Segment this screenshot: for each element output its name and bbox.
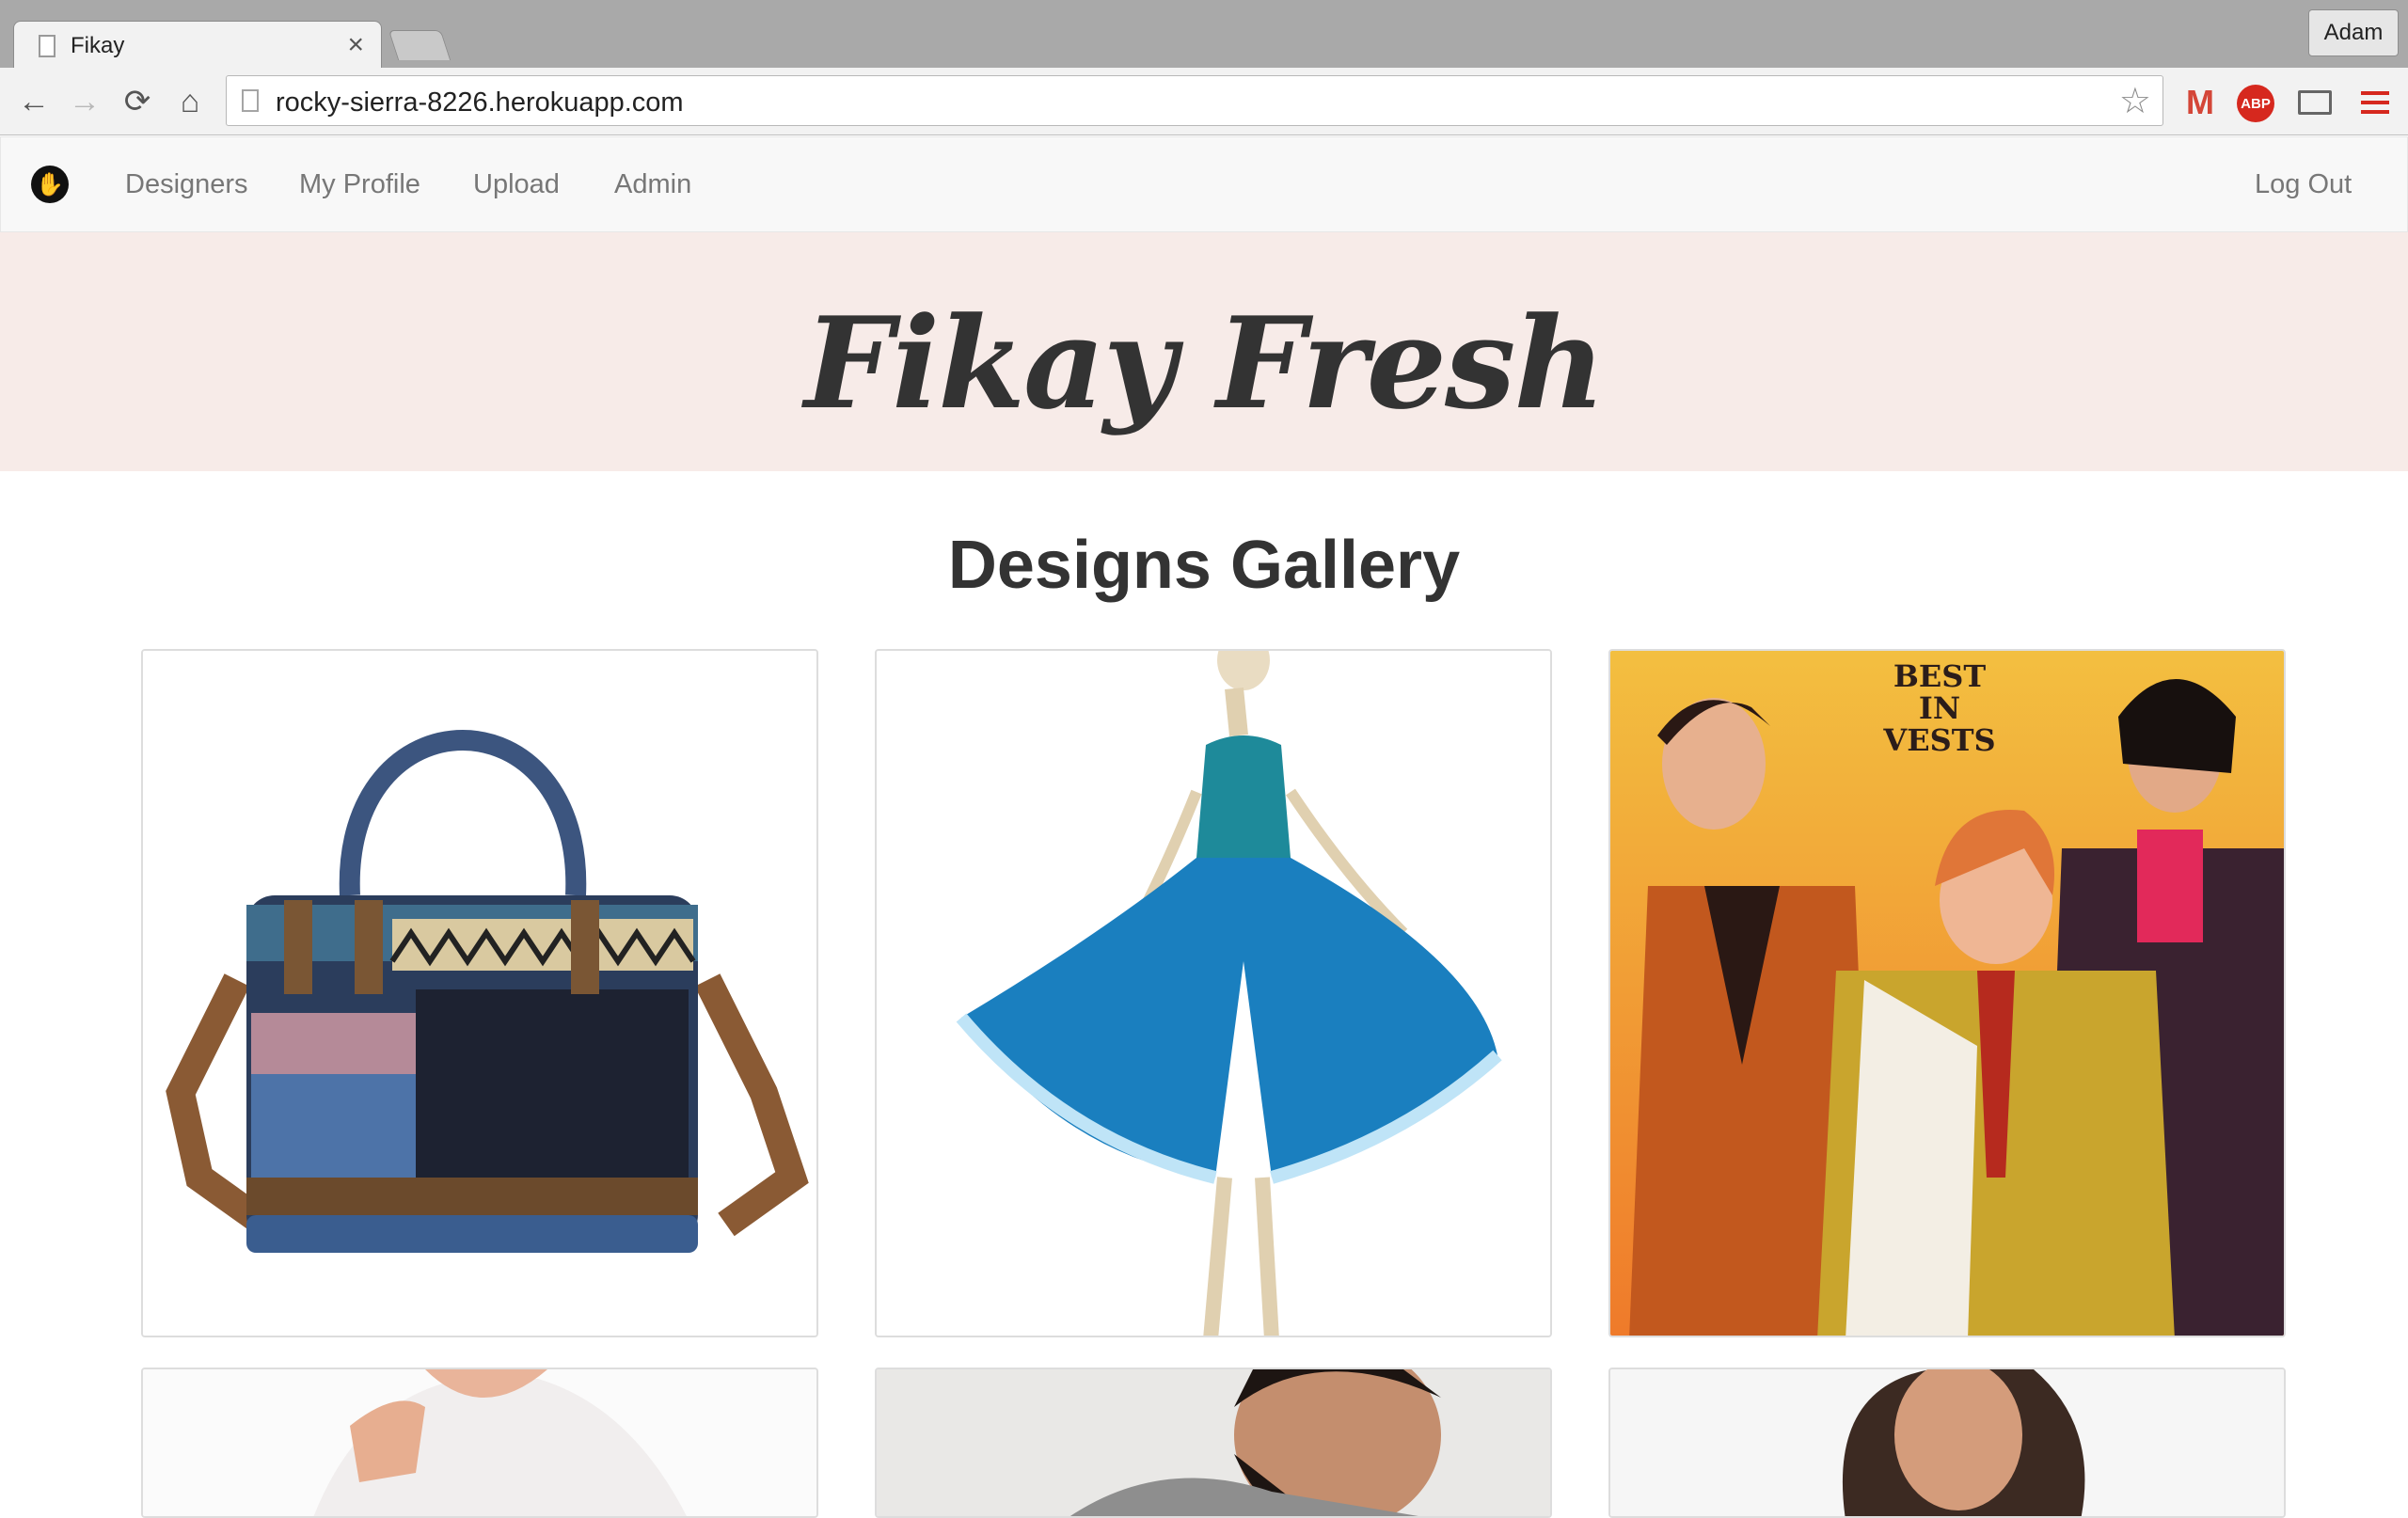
reload-icon[interactable]: ⟳ <box>119 83 156 120</box>
hero-banner: Fikay Fresh <box>0 232 2408 471</box>
nav-upload[interactable]: Upload <box>473 169 560 200</box>
bookmark-star-icon[interactable]: ☆ <box>2119 80 2151 122</box>
design-card-bearded-man[interactable] <box>875 1368 1552 1518</box>
design-card-woman-portrait[interactable] <box>1608 1368 2286 1518</box>
menu-icon[interactable] <box>2355 83 2395 122</box>
tab-title: Fikay <box>71 33 125 58</box>
bearded-man-image <box>877 1369 1550 1516</box>
site-title: Fikay Fresh <box>804 289 1606 437</box>
back-icon[interactable]: ← <box>15 83 53 120</box>
page-icon <box>242 89 259 112</box>
gmail-icon[interactable]: M <box>2180 83 2220 122</box>
browser-tab[interactable]: Fikay × <box>13 21 382 70</box>
woman-portrait-image <box>1610 1369 2284 1516</box>
forward-icon[interactable]: → <box>66 83 103 120</box>
page-icon <box>39 35 55 57</box>
browser-toolbar: ← → ⟳ ⌂ rocky-sierra-8226.herokuapp.com … <box>0 68 2408 135</box>
vests-caption-line-1: BEST <box>1893 658 1987 694</box>
nav-designers[interactable]: Designers <box>125 169 248 200</box>
profile-button[interactable]: Adam <box>2308 9 2399 56</box>
home-icon[interactable]: ⌂ <box>171 83 209 120</box>
address-bar[interactable]: rocky-sierra-8226.herokuapp.com ☆ <box>226 75 2163 126</box>
url-text[interactable]: rocky-sierra-8226.herokuapp.com <box>276 87 684 119</box>
site-navbar: ✋ Designers My Profile Upload Admin Log … <box>0 136 2408 232</box>
hand-logo-icon[interactable]: ✋ <box>31 166 69 203</box>
gallery-title: Designs Gallery <box>947 528 1461 603</box>
cast-icon[interactable] <box>2295 83 2335 122</box>
handbag-image <box>143 651 816 1336</box>
close-tab-icon[interactable]: × <box>347 29 364 61</box>
white-top-image <box>143 1369 816 1516</box>
vests-ad-image: BEST IN VESTS <box>1610 651 2284 1336</box>
adblock-icon[interactable]: ABP <box>2237 85 2274 122</box>
design-card-dress[interactable] <box>875 649 1552 1337</box>
nav-my-profile[interactable]: My Profile <box>299 169 420 200</box>
browser-tab-strip: Fikay × Adam <box>0 0 2408 70</box>
design-card-white-top[interactable] <box>141 1368 818 1518</box>
design-card-vests[interactable]: BEST IN VESTS <box>1608 649 2286 1337</box>
vests-caption-line-2: IN <box>1919 690 1960 726</box>
nav-admin[interactable]: Admin <box>614 169 691 200</box>
vests-caption-line-3: VESTS <box>1882 722 1995 758</box>
design-card-handbag[interactable] <box>141 649 818 1337</box>
dress-sketch-image <box>877 651 1550 1336</box>
logout-link[interactable]: Log Out <box>2255 169 2352 200</box>
new-tab-button[interactable] <box>388 30 452 60</box>
